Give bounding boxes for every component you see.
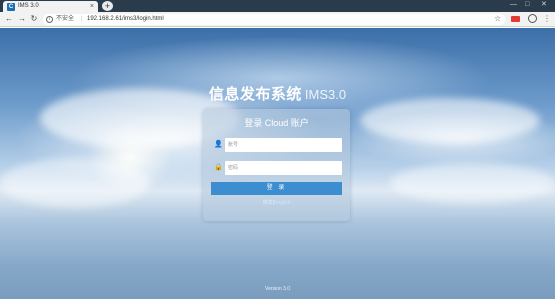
tab-title: IMS 3.0	[18, 3, 39, 9]
tab-strip: C IMS 3.0 × + — □ ✕	[0, 0, 555, 12]
system-title: 信息发布系统 IMS3.0	[0, 83, 555, 104]
tab-close-icon[interactable]: ×	[90, 2, 94, 11]
lock-icon: 🔒	[214, 164, 223, 171]
login-button[interactable]: 登 录	[211, 182, 342, 195]
login-panel: 登录 Cloud 账户 👤 🔒 登 录 中文|English	[203, 109, 350, 221]
cloud-decoration	[390, 163, 555, 203]
tab-ims[interactable]: C IMS 3.0 ×	[3, 1, 98, 12]
maximize-icon[interactable]: □	[525, 0, 529, 10]
security-label[interactable]: 不安全	[56, 15, 74, 24]
url-separator: |	[81, 16, 83, 22]
minimize-icon[interactable]: —	[510, 0, 517, 10]
lang-zh-link[interactable]: 中文	[263, 200, 273, 206]
password-input[interactable]	[225, 161, 342, 175]
system-name: 信息发布系统	[208, 86, 302, 103]
close-window-icon[interactable]: ✕	[541, 0, 547, 10]
footer-text: Version 3.0	[264, 286, 291, 292]
browser-toolbar: ← → ↻ i 不安全 | 192.168.2.61/ims3/login.ht…	[0, 12, 555, 27]
system-version: IMS3.0	[304, 87, 347, 102]
login-panel-title: 登录 Cloud 账户	[244, 118, 309, 128]
star-icon[interactable]: ☆	[494, 14, 501, 24]
reload-icon[interactable]: ↻	[29, 14, 39, 24]
language-switch: 中文|English	[203, 200, 350, 207]
url-text[interactable]: 192.168.2.61/ims3/login.html	[87, 15, 164, 24]
site-favicon-icon: C	[7, 3, 15, 11]
user-icon: 👤	[214, 141, 223, 148]
login-page: 信息发布系统IMS3.0 登录 Cloud 账户 👤 🔒 登 录 中文|Engl…	[0, 28, 555, 299]
forward-icon[interactable]: →	[17, 14, 27, 24]
username-input[interactable]	[225, 138, 342, 152]
cloud-decoration	[360, 98, 540, 143]
address-bar[interactable]: i 不安全 | 192.168.2.61/ims3/login.html	[43, 14, 505, 25]
username-field: 👤	[211, 138, 342, 152]
cloud-decoration	[0, 158, 150, 208]
new-tab-button[interactable]: +	[102, 1, 113, 11]
account-icon[interactable]	[528, 14, 537, 23]
extension-icon[interactable]	[511, 16, 520, 22]
password-field: 🔒	[211, 161, 342, 175]
info-icon[interactable]: i	[46, 16, 53, 23]
lang-en-link[interactable]: English	[274, 200, 290, 206]
back-icon[interactable]: ←	[4, 14, 14, 24]
more-vert-icon[interactable]: ⋮	[543, 14, 551, 24]
